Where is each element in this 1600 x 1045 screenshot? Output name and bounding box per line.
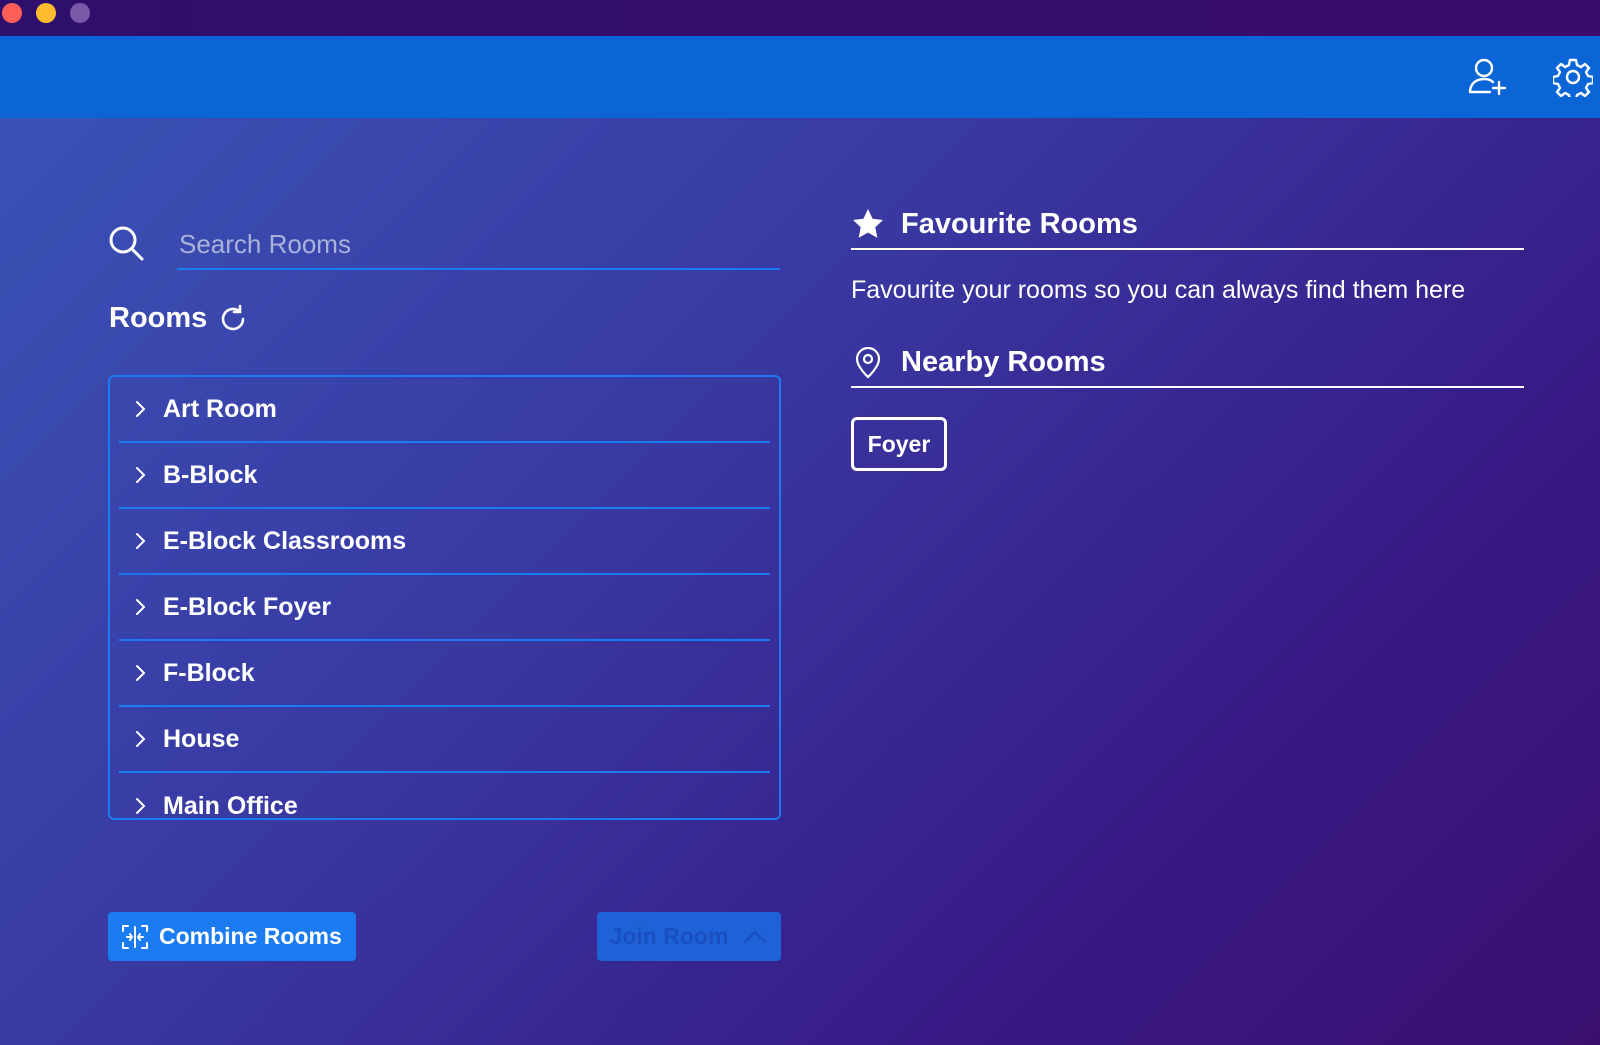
gear-icon[interactable] xyxy=(1551,57,1595,102)
join-room-label: Join Room xyxy=(609,923,729,949)
room-label: E-Block Foyer xyxy=(163,592,332,621)
location-pin-icon xyxy=(855,346,881,379)
nearby-rooms-title: Nearby Rooms xyxy=(901,345,1106,378)
app-header xyxy=(0,36,1600,118)
chevron-right-icon xyxy=(136,731,146,747)
minimize-window-button[interactable] xyxy=(36,3,56,23)
join-room-button[interactable]: Join Room xyxy=(597,912,781,961)
combine-rooms-label: Combine Rooms xyxy=(159,923,342,949)
list-item[interactable]: E-Block Classrooms xyxy=(119,509,770,575)
room-label: Main Office xyxy=(163,791,298,820)
chevron-up-icon xyxy=(744,929,767,943)
chevron-right-icon xyxy=(136,401,146,417)
room-label: E-Block Classrooms xyxy=(163,526,407,555)
room-label: Art Room xyxy=(163,394,277,423)
room-label: B-Block xyxy=(163,460,258,489)
zoom-window-button[interactable] xyxy=(70,3,90,23)
nearby-rooms-header: Nearby Rooms xyxy=(851,338,1524,388)
list-item[interactable]: E-Block Foyer xyxy=(119,575,770,641)
search-icon xyxy=(107,224,145,262)
rooms-title: Rooms xyxy=(109,302,208,334)
chevron-right-icon xyxy=(136,798,146,814)
refresh-icon[interactable] xyxy=(217,303,249,335)
combine-icon xyxy=(122,924,148,949)
nearby-room-chip-foyer[interactable]: Foyer xyxy=(851,417,947,471)
window-titlebar xyxy=(0,0,1600,36)
chevron-right-icon xyxy=(136,533,146,549)
room-list[interactable]: Art Room B-Block E-Block Classrooms E-Bl… xyxy=(108,375,781,820)
room-label: House xyxy=(163,724,240,753)
list-item[interactable]: Main Office xyxy=(119,773,770,820)
favourite-rooms-title: Favourite Rooms xyxy=(901,207,1138,240)
rooms-heading: Rooms xyxy=(109,302,249,335)
room-label: F-Block xyxy=(163,658,255,687)
chevron-right-icon xyxy=(136,665,146,681)
chevron-right-icon xyxy=(136,467,146,483)
favourite-rooms-description: Favourite your rooms so you can always f… xyxy=(851,276,1466,304)
list-item[interactable]: B-Block xyxy=(119,443,770,509)
list-item[interactable]: F-Block xyxy=(119,641,770,707)
favourite-rooms-header: Favourite Rooms xyxy=(851,200,1524,250)
chevron-right-icon xyxy=(136,599,146,615)
combine-rooms-button[interactable]: Combine Rooms xyxy=(108,912,356,961)
search-input[interactable] xyxy=(177,220,780,270)
add-user-icon[interactable] xyxy=(1467,56,1509,98)
close-window-button[interactable] xyxy=(2,3,22,23)
list-item[interactable]: House xyxy=(119,707,770,773)
star-icon xyxy=(853,209,883,238)
list-item[interactable]: Art Room xyxy=(119,377,770,443)
